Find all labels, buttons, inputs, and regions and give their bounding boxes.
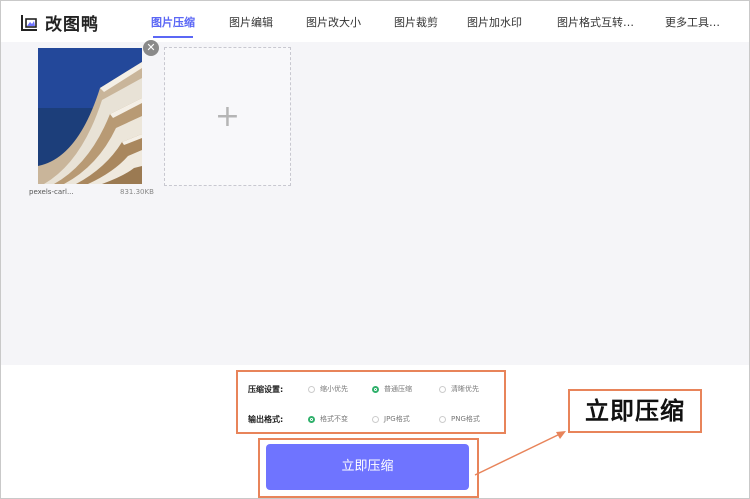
nav-image-compress[interactable]: 图片压缩 bbox=[151, 14, 195, 38]
radio-icon bbox=[439, 415, 446, 423]
logo[interactable]: 改图鸭 bbox=[19, 10, 99, 35]
top-bar: 改图鸭 图片压缩 图片编辑 图片改大小 图片裁剪 图片加水印 图片格式互转… 更… bbox=[1, 1, 749, 42]
file-size: 831.30KB bbox=[120, 188, 154, 196]
nav-image-resize[interactable]: 图片改大小 bbox=[306, 14, 361, 30]
nav-image-edit[interactable]: 图片编辑 bbox=[229, 14, 273, 30]
remove-image-button[interactable]: ✕ bbox=[143, 40, 159, 56]
radio-icon bbox=[372, 415, 379, 423]
option-label: 格式不变 bbox=[320, 415, 348, 423]
compression-label: 压缩设置: bbox=[248, 385, 284, 394]
plus-icon: + bbox=[214, 99, 241, 134]
logo-icon bbox=[21, 14, 37, 31]
option-label: 普通压缩 bbox=[384, 385, 412, 393]
nav-image-crop[interactable]: 图片裁剪 bbox=[394, 14, 438, 30]
option-jpg-format[interactable]: JPG格式 bbox=[372, 414, 410, 424]
annotation-callout: 立即压缩 bbox=[568, 389, 702, 433]
option-label: PNG格式 bbox=[451, 415, 480, 423]
nav-more-tools[interactable]: 更多工具… bbox=[665, 14, 720, 30]
annotation-arrow bbox=[474, 431, 566, 476]
nav-image-watermark[interactable]: 图片加水印 bbox=[467, 14, 522, 30]
compress-now-button[interactable]: 立即压缩 bbox=[266, 444, 469, 490]
settings-panel: 压缩设置: 缩小优先 普通压缩 清晰优先 输出格式: 格式不变 JPG格式 PN… bbox=[236, 370, 506, 434]
radio-icon bbox=[439, 385, 446, 393]
file-name: pexels-carl... bbox=[29, 188, 74, 196]
option-png-format[interactable]: PNG格式 bbox=[439, 414, 480, 424]
option-label: JPG格式 bbox=[384, 415, 410, 423]
option-shrink-priority[interactable]: 缩小优先 bbox=[308, 384, 348, 394]
radio-selected-icon bbox=[372, 385, 379, 393]
radio-selected-icon bbox=[308, 415, 315, 423]
radio-icon bbox=[308, 385, 315, 393]
option-label: 清晰优先 bbox=[451, 385, 479, 393]
building-photo bbox=[38, 48, 142, 184]
add-image-button[interactable]: + bbox=[164, 47, 291, 186]
nav-format-convert[interactable]: 图片格式互转… bbox=[557, 14, 634, 30]
option-normal-compress[interactable]: 普通压缩 bbox=[372, 384, 412, 394]
option-clarity-priority[interactable]: 清晰优先 bbox=[439, 384, 479, 394]
app-name: 改图鸭 bbox=[45, 15, 99, 35]
format-label: 输出格式: bbox=[248, 415, 284, 424]
option-label: 缩小优先 bbox=[320, 385, 348, 393]
image-thumbnail[interactable] bbox=[38, 48, 142, 184]
option-keep-format[interactable]: 格式不变 bbox=[308, 414, 348, 424]
